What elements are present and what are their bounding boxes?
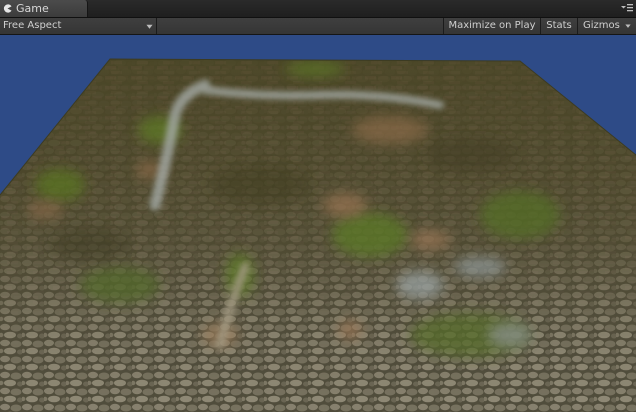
tab-game[interactable]: Game — [0, 0, 88, 17]
gizmos-label: Gizmos — [583, 20, 620, 31]
gizmos-dropdown[interactable]: Gizmos — [577, 18, 636, 34]
maximize-on-play-toggle[interactable]: Maximize on Play — [443, 18, 540, 34]
tab-menu-icon[interactable] — [620, 2, 634, 14]
game-viewport[interactable] — [0, 35, 636, 412]
stats-toggle[interactable]: Stats — [540, 18, 577, 34]
tab-bar: Game — [0, 0, 636, 18]
tab-game-label: Game — [16, 2, 49, 15]
aspect-dropdown-value: Free Aspect — [3, 20, 62, 31]
chevron-down-icon — [146, 24, 153, 29]
game-window: Game Free Aspect Maximize on Play Stats … — [0, 0, 636, 412]
terrain-render — [0, 58, 636, 412]
chevron-down-icon — [625, 24, 631, 28]
aspect-dropdown[interactable]: Free Aspect — [0, 18, 157, 34]
pacman-icon — [3, 4, 12, 13]
game-toolbar: Free Aspect Maximize on Play Stats Gizmo… — [0, 18, 636, 35]
